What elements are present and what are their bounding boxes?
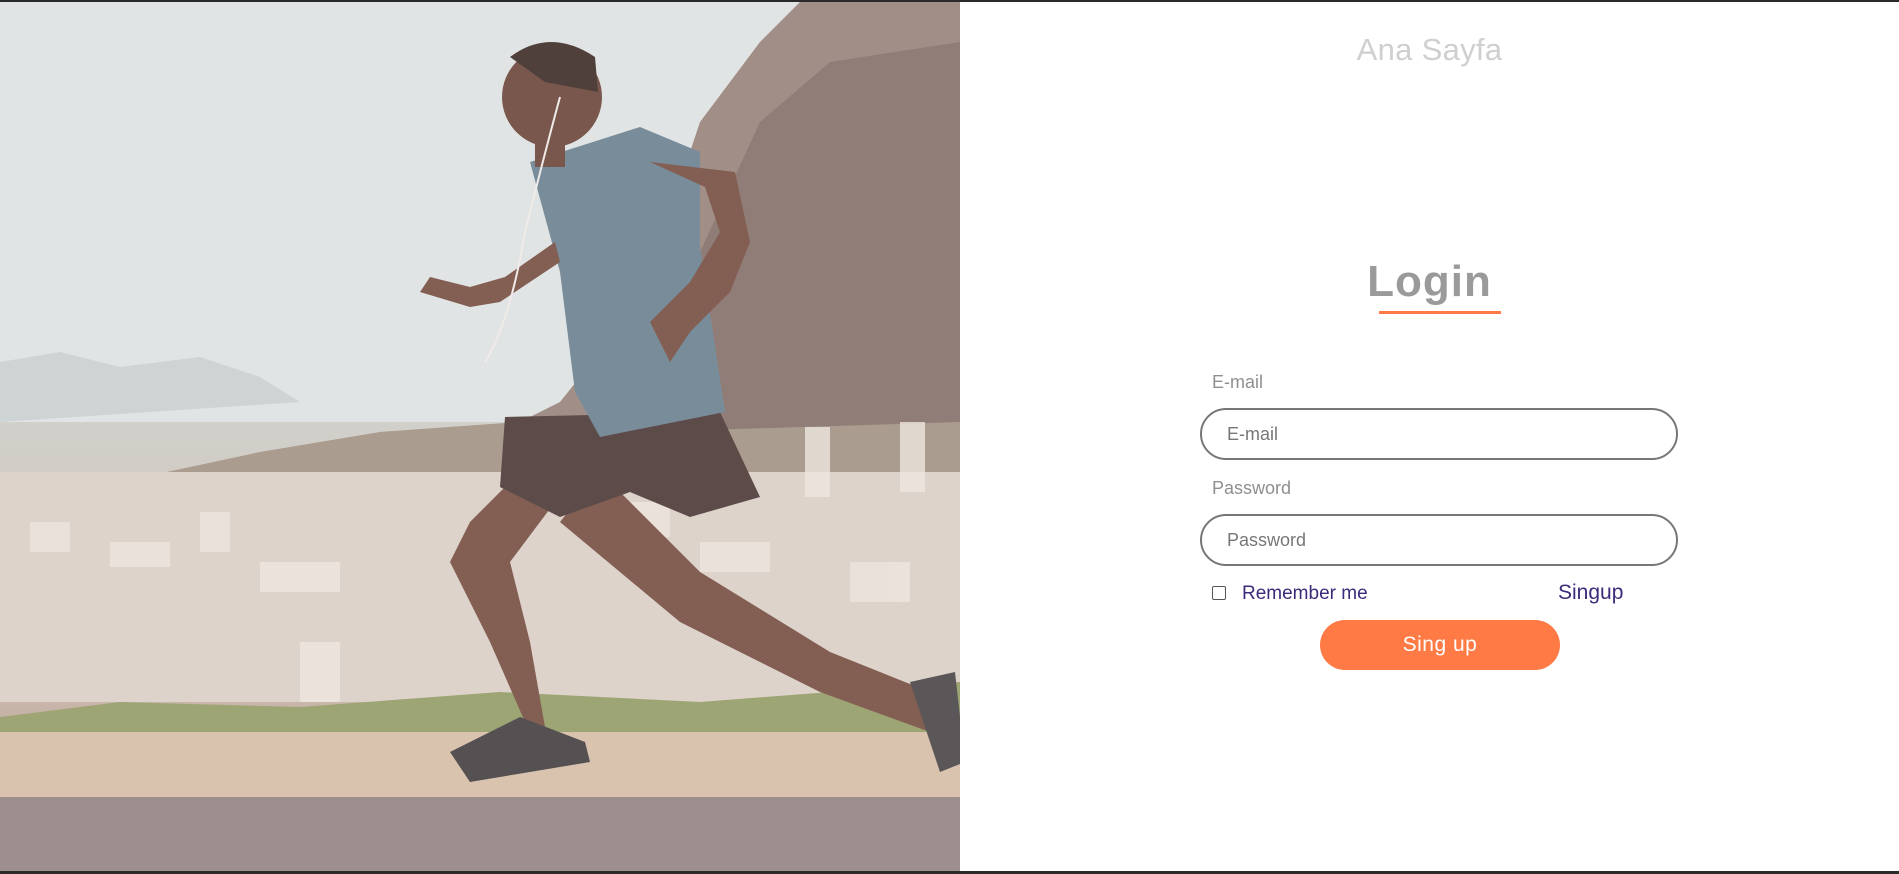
email-label: E-mail	[1212, 372, 1264, 392]
login-title: Login	[1367, 257, 1492, 306]
page-frame: Ana Sayfa Login E-mail Password Remember…	[0, 2, 1899, 871]
runner-image	[0, 2, 960, 871]
login-panel: Ana Sayfa Login E-mail Password Remember…	[960, 2, 1899, 871]
runner-illustration	[0, 2, 960, 871]
remember-me-checkbox[interactable]	[1212, 586, 1226, 600]
home-link[interactable]: Ana Sayfa	[960, 32, 1899, 68]
password-input[interactable]	[1200, 514, 1678, 566]
email-input[interactable]	[1200, 408, 1678, 460]
remember-me-label[interactable]: Remember me	[1242, 583, 1368, 605]
title-underline	[1379, 311, 1501, 314]
signup-button[interactable]: Sing up	[1320, 620, 1560, 670]
signup-link[interactable]: Singup	[1558, 581, 1623, 605]
password-label: Password	[1212, 478, 1292, 498]
